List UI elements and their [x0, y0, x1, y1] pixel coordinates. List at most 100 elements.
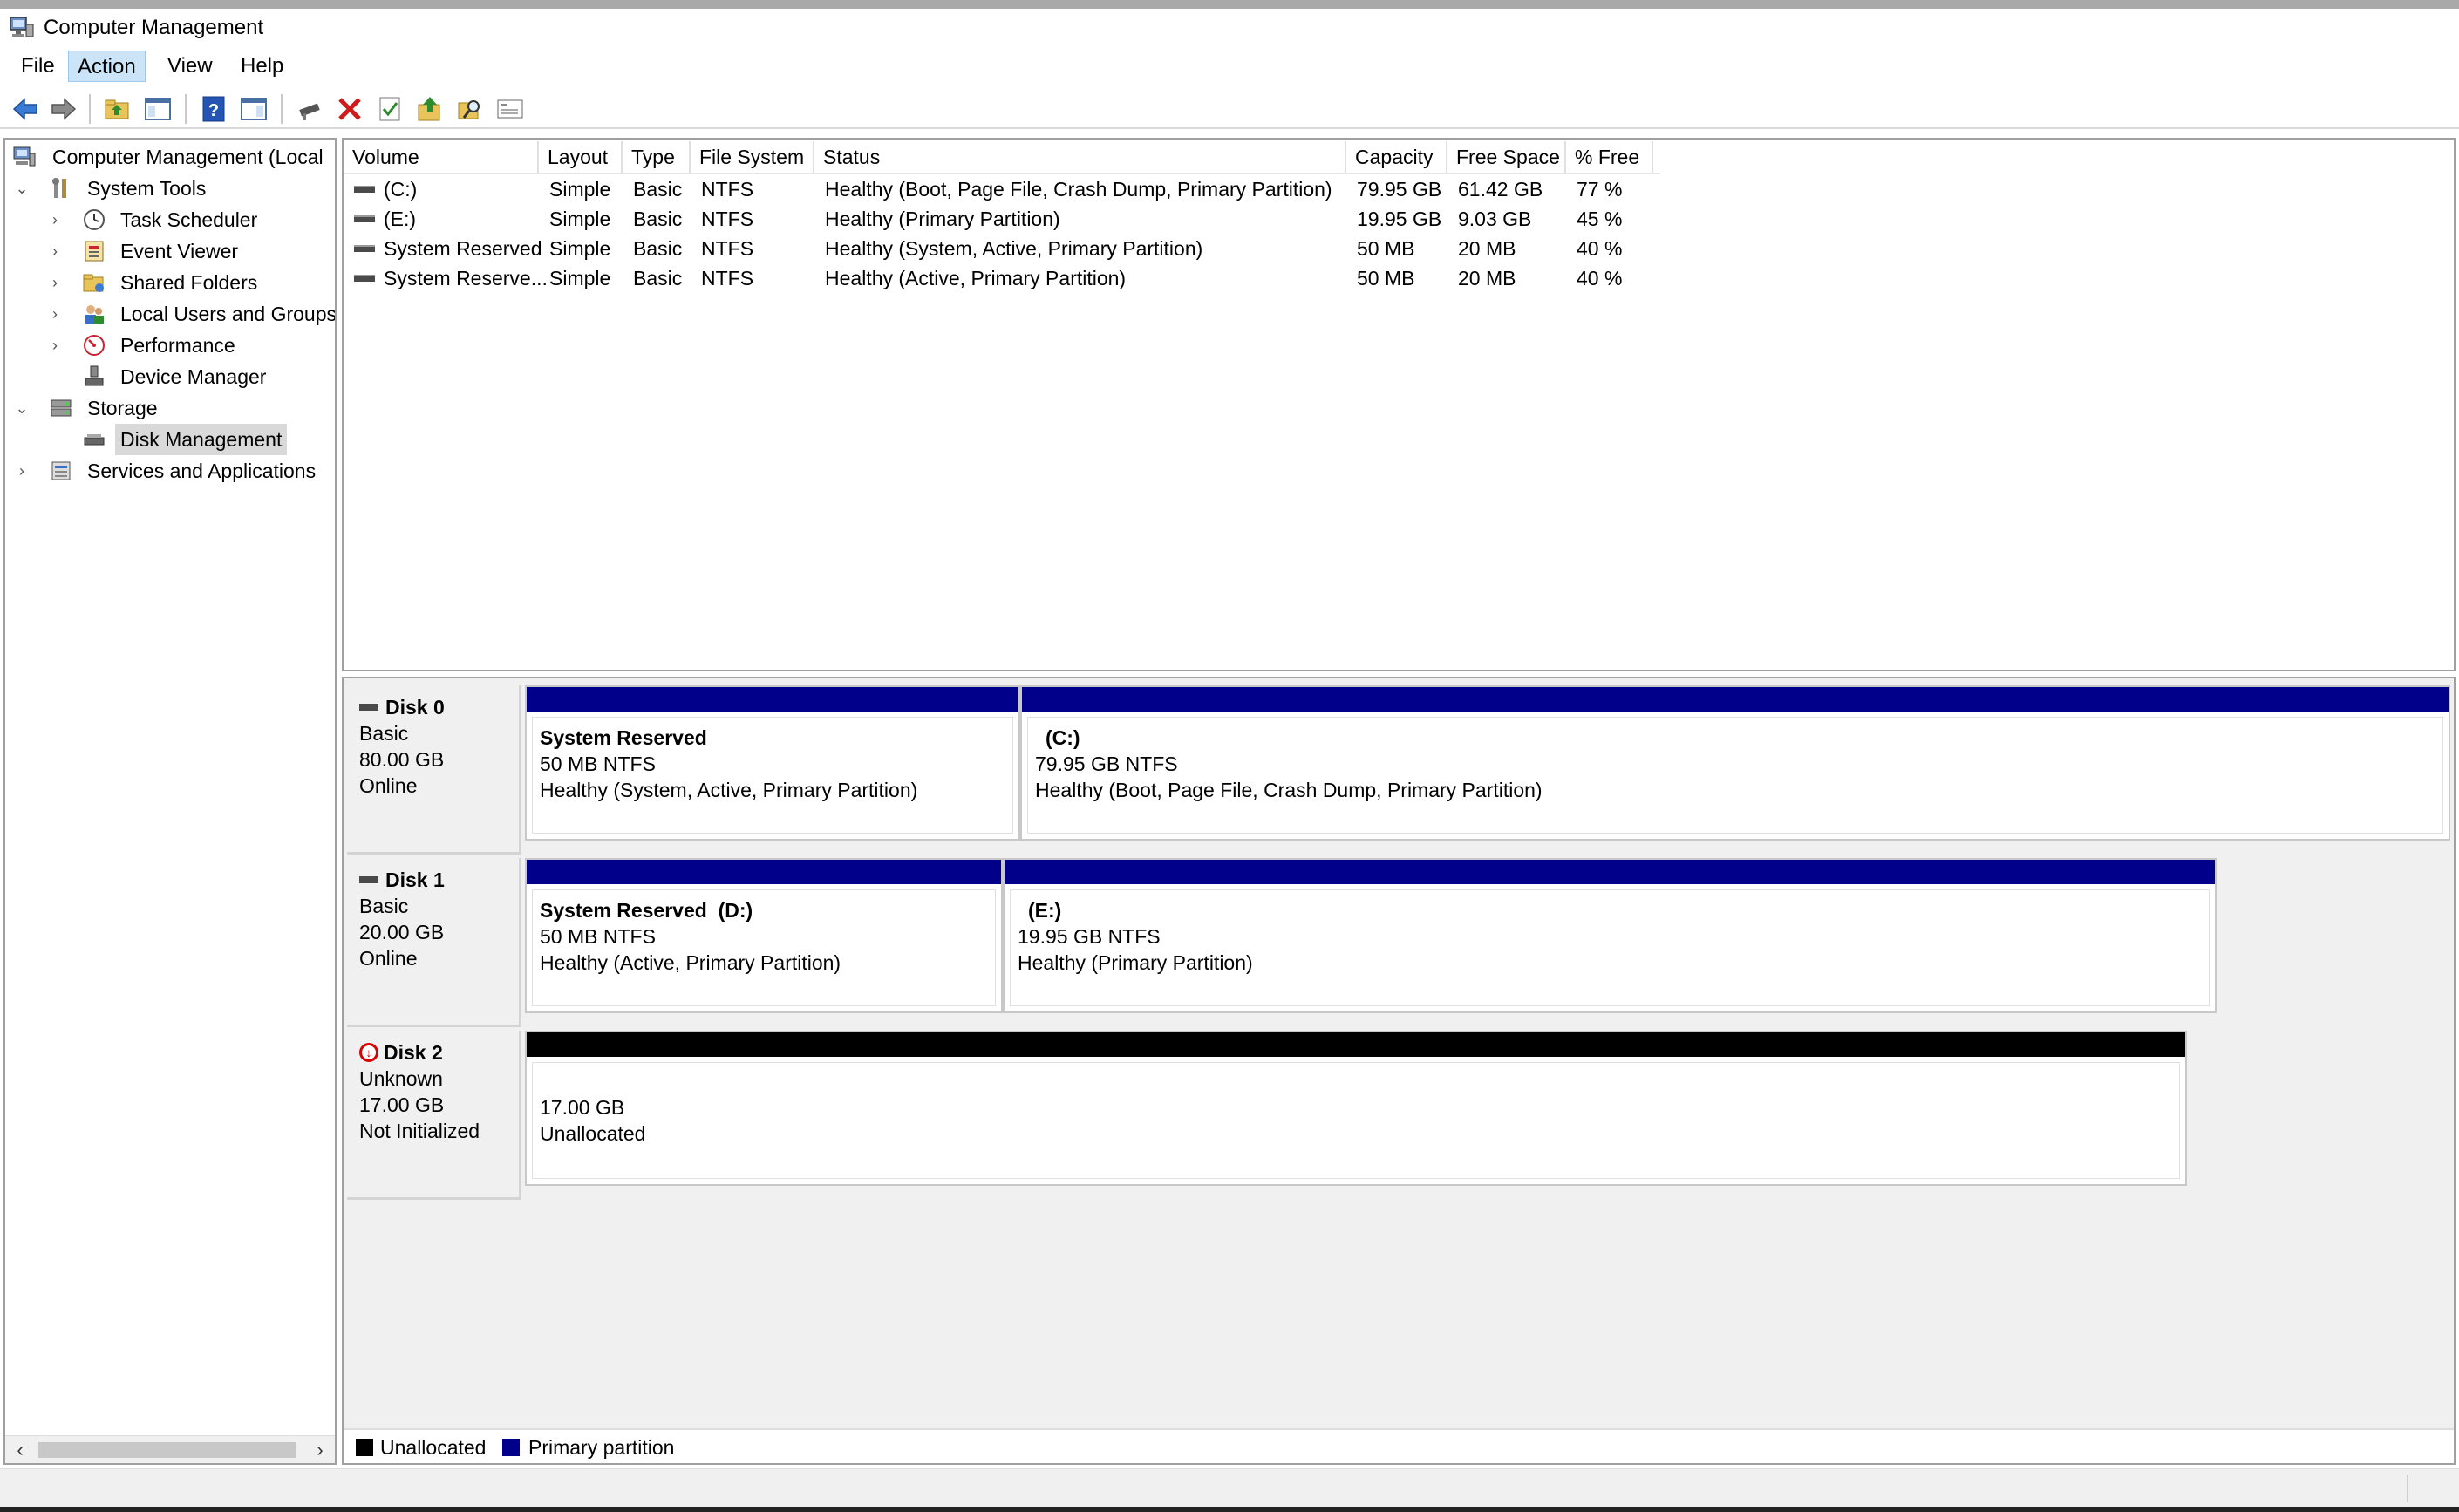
search-icon[interactable]	[455, 94, 485, 124]
volume-name: (C:)	[384, 178, 418, 201]
column-header-layout[interactable]: Layout	[539, 141, 623, 173]
column-header-capacity[interactable]: Capacity	[1346, 141, 1447, 173]
chevron-down-icon[interactable]: ⌄	[12, 392, 31, 424]
chevron-down-icon[interactable]: ⌄	[12, 173, 31, 204]
forward-icon[interactable]	[49, 94, 78, 124]
disk-label[interactable]: Disk 0 Basic 80.00 GB Online	[347, 685, 521, 855]
status-cell: Healthy (Active, Primary Partition)	[825, 267, 1127, 289]
column-header-volume[interactable]: Volume	[344, 141, 539, 173]
show-hide-tree-icon[interactable]	[143, 94, 173, 124]
percent-free-cell: 40 %	[1577, 267, 1623, 289]
chevron-right-icon[interactable]: ›	[45, 235, 65, 267]
chevron-right-icon[interactable]: ›	[45, 298, 65, 330]
disk-size: 80.00 GB	[359, 748, 445, 771]
legend-swatch-unallocated	[356, 1439, 373, 1456]
volume-icon	[354, 185, 375, 193]
chevron-right-icon[interactable]: ›	[12, 455, 31, 487]
partition-body: (E:) 19.95 GB NTFS Healthy (Primary Part…	[1010, 889, 2210, 1006]
up-folder-icon[interactable]	[103, 94, 133, 124]
type-cell: Basic	[633, 178, 683, 201]
disk-icon	[359, 704, 378, 711]
disk-type: Basic	[359, 895, 409, 917]
scroll-left-icon[interactable]: ‹	[7, 1436, 33, 1463]
disk-type: Unknown	[359, 1067, 443, 1090]
disk-size: 17.00 GB	[359, 1093, 445, 1116]
legend-unallocated: Unallocated	[380, 1436, 487, 1459]
chevron-right-icon[interactable]: ›	[45, 267, 65, 298]
partition-body: 17.00 GB Unallocated	[532, 1062, 2180, 1179]
status-cell: Healthy (Primary Partition)	[825, 208, 1060, 230]
capacity-cell: 50 MB	[1357, 267, 1415, 289]
navigation-tree: Computer Management (Local ⌄ System Tool…	[3, 138, 337, 1465]
disk-type: Basic	[359, 722, 409, 745]
back-icon[interactable]	[10, 94, 40, 124]
tree-label: Task Scheduler	[120, 208, 258, 231]
clock-icon	[84, 209, 105, 230]
disk-icon	[359, 876, 378, 883]
volume-cell: System Reserved	[344, 234, 542, 263]
column-header-status[interactable]: Status	[814, 141, 1346, 173]
partition-name: (C:)	[1046, 726, 1080, 749]
menu-bar: File Action View Help	[0, 47, 2459, 85]
menu-view[interactable]: View	[159, 51, 221, 82]
layout-cell: Simple	[549, 237, 611, 260]
scrollbar-thumb[interactable]	[38, 1442, 296, 1458]
users-icon	[85, 305, 104, 324]
tree-label: Storage	[87, 397, 158, 419]
column-header-free-space[interactable]: Free Space	[1447, 141, 1566, 173]
partition-bar-primary	[527, 860, 1001, 884]
storage-icon	[51, 399, 72, 417]
window-top-edge	[0, 0, 2459, 9]
menu-action[interactable]: Action	[68, 51, 146, 82]
disk-name: Disk 2	[384, 1041, 443, 1064]
help-icon[interactable]: ?	[199, 94, 228, 124]
partition-info: 19.95 GB NTFS	[1018, 925, 1161, 948]
tree-label: Computer Management (Local	[52, 146, 324, 168]
export-list-icon[interactable]	[415, 94, 445, 124]
volume-icon	[354, 244, 375, 252]
computer-management-icon	[10, 17, 34, 37]
layout-cell: Simple	[549, 267, 611, 289]
legend-primary: Primary partition	[528, 1436, 675, 1459]
console-icon[interactable]	[495, 94, 525, 124]
properties-icon[interactable]	[375, 94, 405, 124]
partition-info: 50 MB NTFS	[540, 925, 656, 948]
partition-body: (C:) 79.95 GB NTFS Healthy (Boot, Page F…	[1027, 717, 2443, 834]
disk-label[interactable]: Disk 1 Basic 20.00 GB Online	[347, 858, 521, 1027]
chevron-right-icon[interactable]: ›	[45, 330, 65, 361]
capacity-cell: 50 MB	[1357, 237, 1415, 260]
partition-info: 50 MB NTFS	[540, 753, 656, 775]
connect-icon[interactable]	[295, 94, 324, 124]
chevron-right-icon[interactable]: ›	[45, 204, 65, 235]
partition-body: System Reserved (D:) 50 MB NTFS Healthy …	[532, 889, 996, 1006]
disk-row-2: ↓ Disk 2 Unknown 17.00 GB Not Initialized…	[344, 1031, 2454, 1200]
partition-system-reserved[interactable]: System Reserved 50 MB NTFS Healthy (Syst…	[525, 685, 1020, 841]
volume-cell: (E:)	[344, 204, 416, 234]
column-header-type[interactable]: Type	[623, 141, 691, 173]
partition-e[interactable]: (E:) 19.95 GB NTFS Healthy (Primary Part…	[1003, 858, 2217, 1013]
partition-info: 79.95 GB NTFS	[1035, 753, 1178, 775]
partition-system-reserved-d[interactable]: System Reserved (D:) 50 MB NTFS Healthy …	[525, 858, 1003, 1013]
tree-horizontal-scrollbar[interactable]: ‹ ›	[5, 1435, 335, 1463]
partition-status: Healthy (System, Active, Primary Partiti…	[540, 779, 918, 801]
show-hide-action-pane-icon[interactable]	[239, 94, 269, 124]
layout-cell: Simple	[549, 178, 611, 201]
capacity-cell: 19.95 GB	[1357, 208, 1442, 230]
volume-name: System Reserve...	[384, 267, 548, 289]
partition-c[interactable]: (C:) 79.95 GB NTFS Healthy (Boot, Page F…	[1020, 685, 2450, 841]
menu-file[interactable]: File	[12, 51, 64, 82]
tree-label: Event Viewer	[120, 240, 239, 262]
disk-label[interactable]: ↓ Disk 2 Unknown 17.00 GB Not Initialized	[347, 1031, 521, 1200]
free-space-cell: 61.42 GB	[1458, 178, 1543, 201]
delete-icon[interactable]	[335, 94, 364, 124]
title-bar: Computer Management	[0, 9, 2459, 47]
column-header-percent-free[interactable]: % Free	[1566, 141, 1653, 173]
scroll-right-icon[interactable]: ›	[307, 1436, 333, 1463]
menu-help[interactable]: Help	[232, 51, 292, 82]
partition-bar-unallocated	[527, 1032, 2185, 1057]
tree-label: Local Users and Groups	[120, 303, 337, 325]
disk-name: Disk 0	[385, 696, 445, 719]
free-space-cell: 20 MB	[1458, 237, 1516, 260]
partition-unallocated[interactable]: 17.00 GB Unallocated	[525, 1031, 2187, 1186]
column-header-file-system[interactable]: File System	[691, 141, 814, 173]
